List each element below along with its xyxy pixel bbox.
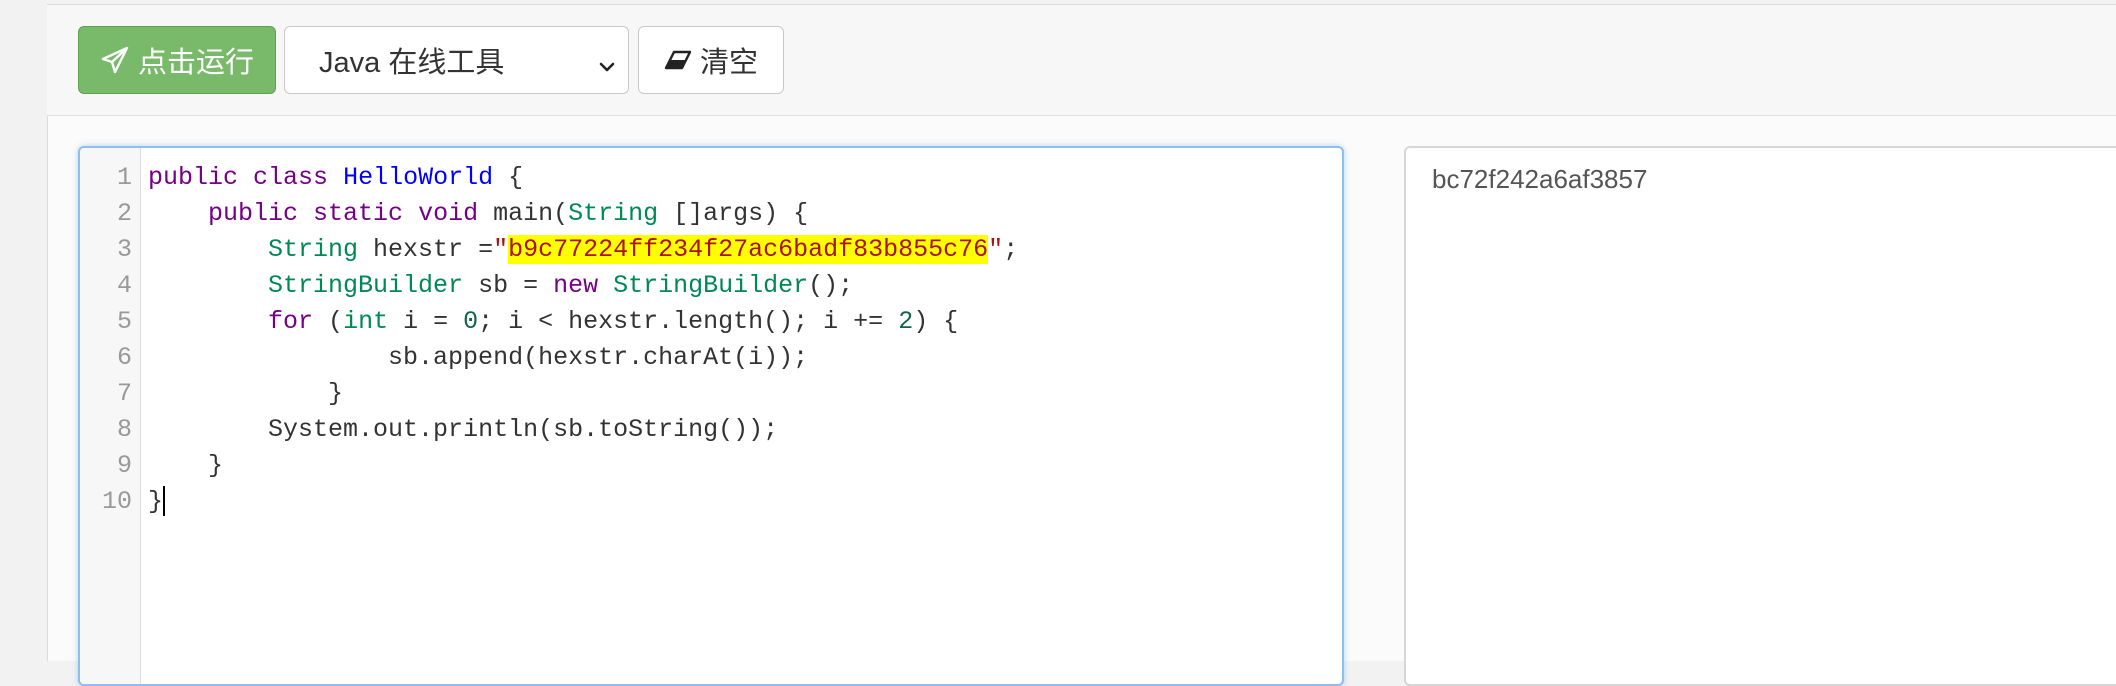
text-cursor [163, 486, 166, 517]
type-name: StringBuilder [268, 271, 464, 300]
keyword: for [268, 307, 314, 336]
keyword: public [148, 163, 239, 192]
type-name: StringBuilder [598, 271, 809, 300]
code-text: } [328, 379, 344, 408]
type-name: String [568, 199, 659, 228]
type-name: int [343, 307, 389, 336]
code-text: ) { [913, 307, 959, 336]
keyword: public [208, 199, 299, 228]
code-text: hexstr = [358, 235, 494, 264]
code-line: 7 } [80, 376, 1342, 412]
code-text: ( [313, 307, 344, 336]
paper-plane-icon [100, 45, 130, 75]
code-line: 10 } [80, 484, 1342, 520]
code-text: sb.append(hexstr.charAt(i)); [388, 343, 809, 372]
keyword: class [253, 163, 329, 192]
line-number: 5 [116, 307, 132, 336]
code-text: { [493, 163, 524, 192]
language-select-value: Java 在线工具 [319, 47, 505, 79]
line-number: 2 [116, 199, 132, 228]
class-name: HelloWorld [343, 163, 494, 192]
line-number: 8 [116, 415, 132, 444]
code-text: } [148, 487, 164, 516]
line-number: 6 [116, 343, 132, 372]
code-text: main( [478, 199, 569, 228]
type-name: String [268, 235, 359, 264]
run-button[interactable]: 点击运行 [78, 26, 276, 94]
code-line: 1 public class HelloWorld { [80, 160, 1342, 196]
code-line: 9 } [80, 448, 1342, 484]
eraser-icon [664, 48, 692, 72]
line-number: 9 [116, 451, 132, 480]
quote: " [493, 235, 509, 264]
line-number: 4 [116, 271, 132, 300]
language-select[interactable]: Java 在线工具 [284, 26, 629, 94]
code-line: 2 public static void main(String []args)… [80, 196, 1342, 232]
code-editor[interactable]: 1 public class HelloWorld { 2 public sta… [78, 146, 1344, 686]
code-text: System.out.println(sb.toString()); [268, 415, 779, 444]
keyword: new [553, 271, 599, 300]
code-text: } [208, 451, 224, 480]
code-line: 5 for (int i = 0; i < hexstr.length(); i… [80, 304, 1342, 340]
keyword: void [418, 199, 479, 228]
output-text: bc72f242a6af3857 [1432, 164, 1648, 194]
line-number: 7 [116, 379, 132, 408]
code-line: 8 System.out.println(sb.toString()); [80, 412, 1342, 448]
number-literal: 2 [898, 307, 914, 336]
keyword: static [313, 199, 404, 228]
number-literal: 0 [463, 307, 479, 336]
code-text: []args) { [658, 199, 809, 228]
line-number: 10 [101, 487, 132, 516]
clear-button-label: 清空 [699, 47, 758, 79]
output-panel: bc72f242a6af3857 [1404, 146, 2116, 686]
code-text: i = [388, 307, 464, 336]
clear-button[interactable]: 清空 [638, 26, 784, 94]
code-text: sb = [463, 271, 554, 300]
code-line: 6 sb.append(hexstr.charAt(i)); [80, 340, 1342, 376]
code-text: (); [808, 271, 854, 300]
code-line: 3 String hexstr ="b9c77224ff234f27ac6bad… [80, 232, 1342, 268]
run-button-label: 点击运行 [137, 47, 254, 79]
highlighted-string: b9c77224ff234f27ac6badf83b855c76 [508, 235, 989, 264]
code-text: ; i < hexstr.length(); i += [478, 307, 899, 336]
code-text: ; [1003, 235, 1019, 264]
code-line: 4 StringBuilder sb = new StringBuilder()… [80, 268, 1342, 304]
line-number: 3 [116, 235, 132, 264]
quote: " [988, 235, 1004, 264]
line-number: 1 [116, 163, 132, 192]
chevron-down-icon [598, 51, 616, 72]
